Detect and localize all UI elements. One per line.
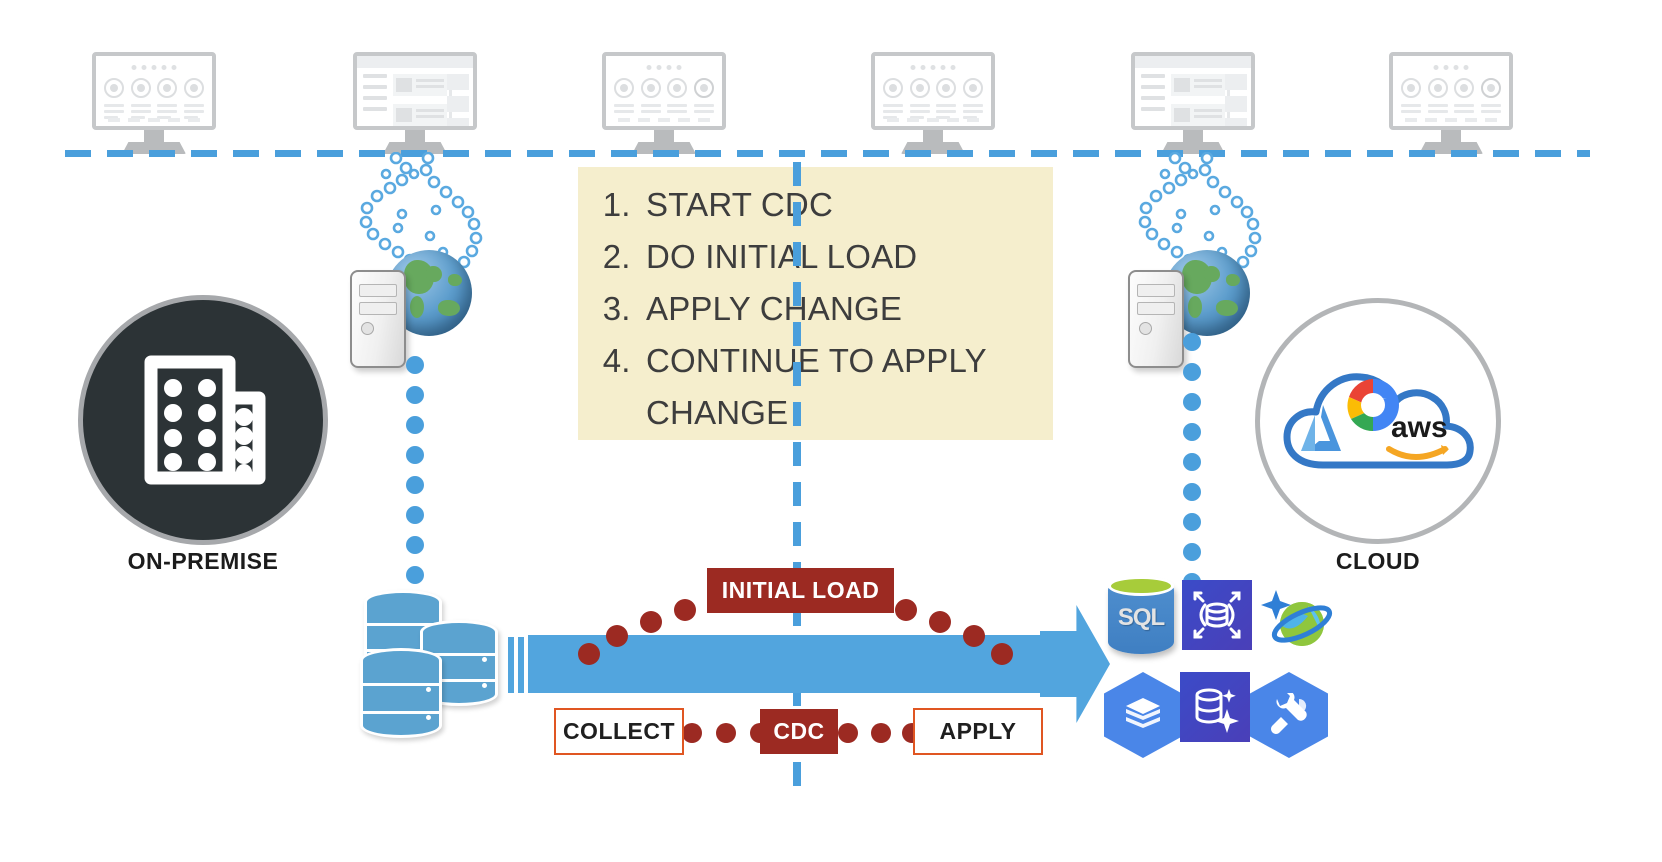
cdc-vertical-dashed-line <box>793 162 801 802</box>
apply-label: APPLY <box>913 708 1043 755</box>
office-building-icon <box>144 355 266 485</box>
azure-elastic-pool-icon <box>1182 580 1252 650</box>
collect-label: COLLECT <box>554 708 684 755</box>
server-globe-icon-left <box>342 242 472 368</box>
azure-cosmos-db-icon <box>1256 582 1334 654</box>
step-item-2: DO INITIAL LOAD <box>640 231 1053 283</box>
migration-arrow-head <box>1040 605 1110 723</box>
vertical-dot-path-left <box>406 356 424 605</box>
monitor-screen <box>1131 52 1255 130</box>
step-item-1: START CDC <box>640 179 1053 231</box>
sql-server-icon: SQL <box>1108 576 1174 654</box>
database-stack-icon <box>358 578 498 738</box>
steps-callout-panel: START CDC DO INITIAL LOAD APPLY CHANGE C… <box>578 167 1053 440</box>
aws-wordmark: aws <box>1391 411 1448 444</box>
gcp-bigtable-icon <box>1104 672 1182 758</box>
arrow-tail-bar-2 <box>518 637 524 693</box>
server-tower-icon <box>350 270 406 368</box>
monitor-screen <box>871 52 995 130</box>
step-item-3: APPLY CHANGE <box>640 283 1053 335</box>
initial-load-label: INITIAL LOAD <box>707 568 894 613</box>
sql-server-label: SQL <box>1117 604 1165 631</box>
monitor-screen <box>1389 52 1513 130</box>
monitor-screen <box>353 52 477 130</box>
gcp-dataprep-icon <box>1250 672 1328 758</box>
steps-list: START CDC DO INITIAL LOAD APPLY CHANGE C… <box>594 179 1053 439</box>
vertical-dot-path-right <box>1183 333 1201 591</box>
on-premise-label: ON-PREMISE <box>127 548 279 574</box>
diagram-canvas: START CDC DO INITIAL LOAD APPLY CHANGE C… <box>0 0 1662 862</box>
on-premise-circle <box>78 295 328 545</box>
horizontal-dashed-divider <box>65 150 1590 157</box>
step-item-4: CONTINUE TO APPLY CHANGE <box>640 335 1053 439</box>
monitor-screen <box>92 52 216 130</box>
cloud-label: CLOUD <box>1335 548 1421 574</box>
monitor-screen <box>602 52 726 130</box>
cloud-icon: aws <box>1283 373 1474 469</box>
cdc-label: CDC <box>760 709 838 754</box>
arrow-tail-bar-1 <box>508 637 514 693</box>
gcp-spanner-icon <box>1180 672 1250 742</box>
